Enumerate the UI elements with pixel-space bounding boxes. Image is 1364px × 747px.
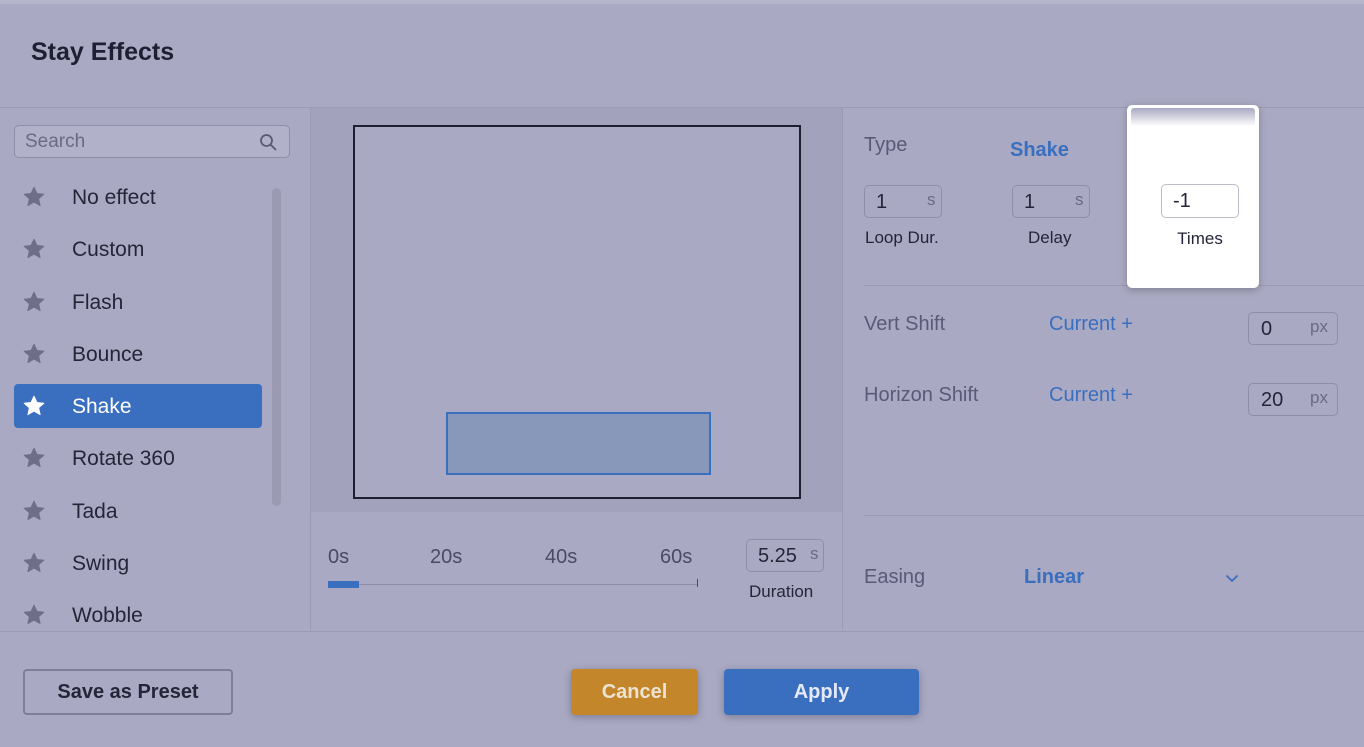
- effect-item-no-effect[interactable]: No effect: [14, 175, 262, 219]
- times-value: -1: [1173, 190, 1191, 212]
- effect-label: Flash: [72, 290, 124, 314]
- vert-shift-label: Vert Shift: [864, 313, 946, 335]
- search-input[interactable]: [25, 131, 250, 153]
- horizon-shift-field[interactable]: 20 px: [1248, 383, 1338, 416]
- effects-panel: No effect Custom Flash Bounce Shake Rota…: [0, 108, 311, 630]
- divider: [864, 285, 1364, 286]
- timeline-progress[interactable]: [328, 581, 359, 588]
- star-icon[interactable]: [22, 499, 46, 523]
- easing-label: Easing: [864, 566, 926, 588]
- easing-select-value[interactable]: Linear: [1024, 566, 1084, 589]
- effect-item-custom[interactable]: Custom: [14, 227, 262, 271]
- loop-duration-label: Loop Dur.: [865, 228, 939, 247]
- horizon-shift-mode[interactable]: Current +: [1049, 384, 1133, 407]
- dialog-footer: Save as Preset Cancel Apply: [0, 631, 1364, 747]
- vert-shift-value: 0: [1261, 318, 1273, 340]
- loop-duration-field[interactable]: 1 s: [864, 185, 942, 218]
- apply-button[interactable]: Apply: [724, 669, 919, 715]
- loop-duration-unit: s: [927, 190, 936, 209]
- star-icon[interactable]: [22, 394, 46, 418]
- effect-label: Wobble: [72, 604, 143, 628]
- type-label: Type: [864, 134, 908, 156]
- effect-label: Rotate 360: [72, 447, 175, 471]
- effect-label: No effect: [72, 186, 156, 209]
- effect-item-swing[interactable]: Swing: [14, 541, 262, 585]
- settings-panel: Type Shake 1 s Loop Dur. 1 s Delay Vert …: [843, 108, 1364, 630]
- star-icon[interactable]: [22, 603, 46, 627]
- effects-list: No effect Custom Flash Bounce Shake Rota…: [14, 175, 262, 630]
- delay-field[interactable]: 1 s: [1012, 185, 1090, 218]
- star-icon[interactable]: [22, 342, 46, 366]
- times-label: Times: [1177, 229, 1223, 248]
- effect-label: Bounce: [72, 342, 144, 366]
- effect-item-wobble[interactable]: Wobble: [14, 593, 262, 630]
- effect-label: Tada: [72, 499, 118, 523]
- timeline-end-marker: [697, 579, 698, 587]
- delay-unit: s: [1075, 190, 1084, 209]
- duration-unit: s: [810, 544, 819, 563]
- duration-label: Duration: [749, 582, 814, 601]
- cancel-button[interactable]: Cancel: [571, 669, 698, 715]
- timeline-tick: 40s: [545, 546, 578, 568]
- star-icon[interactable]: [22, 237, 46, 261]
- effect-item-bounce[interactable]: Bounce: [14, 332, 262, 376]
- search-icon[interactable]: [259, 133, 277, 151]
- timeline-tick: 20s: [430, 546, 463, 568]
- effect-label: Shake: [72, 395, 132, 419]
- times-field[interactable]: -1: [1161, 184, 1239, 218]
- vert-shift-field[interactable]: 0 px: [1248, 312, 1338, 345]
- timeline-track[interactable]: [328, 584, 698, 585]
- star-icon[interactable]: [22, 551, 46, 575]
- horizon-shift-value: 20: [1261, 389, 1284, 411]
- save-as-preset-button[interactable]: Save as Preset: [23, 669, 233, 715]
- loop-duration-value: 1: [876, 191, 888, 213]
- horizon-shift-unit: px: [1310, 388, 1328, 407]
- preview-area: [311, 108, 842, 512]
- dialog-header: Stay Effects: [0, 4, 1364, 108]
- star-icon[interactable]: [22, 290, 46, 314]
- type-select-value[interactable]: Shake: [1010, 139, 1069, 162]
- delay-value: 1: [1024, 191, 1036, 213]
- preview-element: [446, 412, 711, 475]
- effect-item-tada[interactable]: Tada: [14, 489, 262, 533]
- effect-label: Swing: [72, 552, 130, 576]
- delay-label: Delay: [1028, 228, 1072, 247]
- timeline-tick: 0s: [328, 546, 350, 568]
- duration-field[interactable]: 5.25 s: [746, 539, 824, 572]
- effect-item-shake[interactable]: Shake: [14, 384, 262, 429]
- effect-item-rotate-360[interactable]: Rotate 360: [14, 436, 262, 480]
- preview-panel: 0s 20s 40s 60s 5.25 s Duration: [311, 108, 843, 630]
- list-scrollbar[interactable]: [272, 188, 281, 506]
- dialog-title: Stay Effects: [31, 38, 175, 66]
- duration-value: 5.25: [758, 545, 797, 567]
- chevron-down-icon[interactable]: [1225, 574, 1239, 583]
- effect-item-flash[interactable]: Flash: [14, 280, 262, 324]
- vert-shift-unit: px: [1310, 317, 1328, 336]
- horizon-shift-label: Horizon Shift: [864, 384, 979, 406]
- effect-label: Custom: [72, 238, 145, 262]
- star-icon[interactable]: [22, 185, 46, 209]
- search-box: [14, 125, 290, 158]
- popover-top-fade: [1131, 108, 1255, 126]
- preview-stage: [353, 125, 801, 499]
- star-icon[interactable]: [22, 446, 46, 470]
- timeline-tick: 60s: [660, 546, 693, 568]
- vert-shift-mode[interactable]: Current +: [1049, 313, 1133, 336]
- divider: [864, 515, 1364, 516]
- times-popover: -1 Times: [1127, 105, 1259, 288]
